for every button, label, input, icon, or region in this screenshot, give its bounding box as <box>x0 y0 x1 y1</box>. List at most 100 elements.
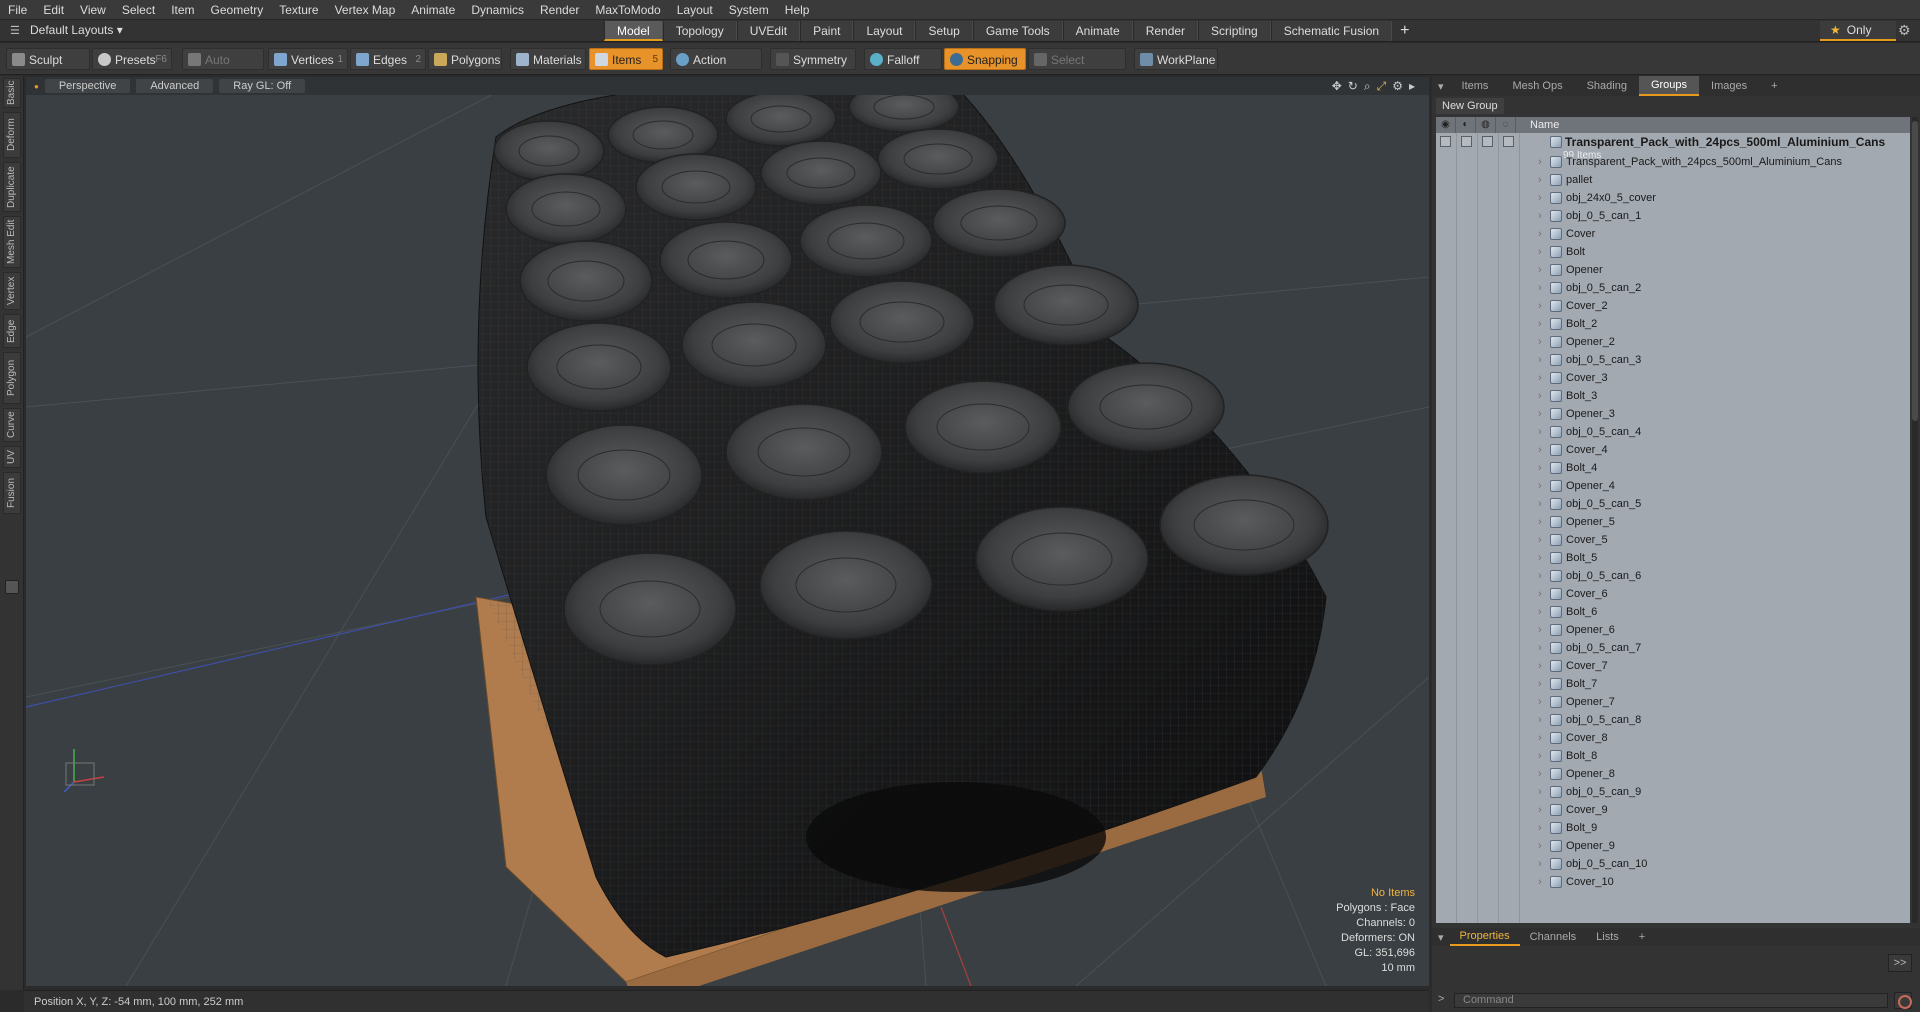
raygl-button[interactable]: Ray GL: Off <box>219 79 306 93</box>
panel-tab-groups[interactable]: Groups <box>1638 76 1700 96</box>
symmetry-button[interactable]: Symmetry <box>770 48 856 70</box>
menu-layout[interactable]: Layout <box>669 0 721 20</box>
menu-help[interactable]: Help <box>777 0 818 20</box>
tab-topology[interactable]: Topology <box>662 21 737 41</box>
list-item[interactable]: › Opener_9 <box>1436 837 1910 855</box>
lock-column-icon[interactable]: ◍ <box>1476 117 1496 133</box>
list-item[interactable]: › Opener_7 <box>1436 693 1910 711</box>
bottom-tab-channels[interactable]: Channels <box>1520 929 1586 945</box>
left-tab-edge[interactable]: Edge <box>3 314 21 348</box>
list-item[interactable]: › Cover_4 <box>1436 441 1910 459</box>
tab-paint[interactable]: Paint <box>800 21 854 41</box>
left-tab-duplicate[interactable]: Duplicate <box>3 162 21 212</box>
list-item[interactable]: › Bolt_5 <box>1436 549 1910 567</box>
list-item[interactable]: › Cover <box>1436 225 1910 243</box>
list-item[interactable]: › Bolt_6 <box>1436 603 1910 621</box>
list-item[interactable]: › Cover_3 <box>1436 369 1910 387</box>
left-tab-mesh-edit[interactable]: Mesh Edit <box>3 216 21 268</box>
list-item[interactable]: › obj_0_5_can_6 <box>1436 567 1910 585</box>
list-item[interactable]: › Bolt_7 <box>1436 675 1910 693</box>
list-item[interactable]: › obj_0_5_can_8 <box>1436 711 1910 729</box>
list-item[interactable]: › Cover_7 <box>1436 657 1910 675</box>
tab-game-tools[interactable]: Game Tools <box>972 21 1063 41</box>
tab-schematic-fusion[interactable]: Schematic Fusion <box>1270 21 1393 41</box>
menu-texture[interactable]: Texture <box>271 0 326 20</box>
layout-dropdown[interactable]: Default Layouts ▾ <box>30 23 123 37</box>
list-item[interactable]: › Bolt <box>1436 243 1910 261</box>
menu-vertex-map[interactable]: Vertex Map <box>327 0 404 20</box>
bottom-tab-properties[interactable]: Properties <box>1449 928 1520 946</box>
left-tab-deform[interactable]: Deform <box>3 112 21 158</box>
menu-maxtomodo[interactable]: MaxToModo <box>587 0 668 20</box>
list-item[interactable]: › Cover_9 <box>1436 801 1910 819</box>
view-type-button[interactable]: Perspective <box>44 79 131 93</box>
sculpt-button[interactable]: Sculpt <box>6 48 90 70</box>
menu-system[interactable]: System <box>721 0 777 20</box>
3d-viewport[interactable]: ● Perspective Advanced Ray GL: Off ✥ ↻ ⌕… <box>26 77 1429 986</box>
panel-add-tab-button[interactable]: + <box>1759 77 1789 95</box>
list-item[interactable]: › pallet <box>1436 171 1910 189</box>
list-item[interactable]: › Opener_3 <box>1436 405 1910 423</box>
vis-lock-toggle[interactable] <box>1482 136 1493 147</box>
tab-scripting[interactable]: Scripting <box>1198 21 1271 41</box>
shading-mode-button[interactable]: Advanced <box>136 79 214 93</box>
materials-button[interactable]: Materials <box>510 48 586 70</box>
layout-menu-icon[interactable]: ☰ <box>10 24 22 37</box>
list-item[interactable]: › Opener <box>1436 261 1910 279</box>
list-item[interactable]: › Bolt_3 <box>1436 387 1910 405</box>
panel-tab-mesh-ops[interactable]: Mesh Ops <box>1500 77 1574 95</box>
list-item[interactable]: › Cover_10 <box>1436 873 1910 891</box>
falloff-button[interactable]: Falloff <box>864 48 942 70</box>
presets-button[interactable]: Presets F6 <box>92 48 172 70</box>
panel-menu-icon[interactable]: ▾ <box>1432 80 1450 93</box>
list-scrollbar-thumb[interactable] <box>1912 121 1918 421</box>
tab-uvedit[interactable]: UVEdit <box>736 21 801 41</box>
list-item[interactable]: › Opener_4 <box>1436 477 1910 495</box>
list-item[interactable]: › obj_0_5_can_7 <box>1436 639 1910 657</box>
list-item[interactable]: › Transparent_Pack_with_24pcs_500ml_Alumi… <box>1436 153 1910 171</box>
bottom-tab-lists[interactable]: Lists <box>1586 929 1629 945</box>
left-strip-toggle[interactable] <box>5 580 19 594</box>
tab-render[interactable]: Render <box>1132 21 1199 41</box>
select-through-button[interactable]: Select Through <box>1028 48 1126 89</box>
rotate-view-icon[interactable]: ↻ <box>1348 79 1358 94</box>
left-tab-uv[interactable]: UV <box>3 446 21 468</box>
workplane-button[interactable]: WorkPlane <box>1134 48 1218 70</box>
list-item[interactable]: › Bolt_2 <box>1436 315 1910 333</box>
fit-view-icon[interactable]: ⤢ <box>1377 79 1387 94</box>
list-item[interactable]: › Cover_8 <box>1436 729 1910 747</box>
menu-item[interactable]: Item <box>163 0 202 20</box>
left-tab-basic[interactable]: Basic <box>3 78 21 108</box>
zoom-view-icon[interactable]: ⌕ <box>1364 79 1371 94</box>
menu-dynamics[interactable]: Dynamics <box>463 0 532 20</box>
render-column-icon[interactable]: ◐ <box>1456 117 1476 133</box>
tab-model[interactable]: Model <box>604 21 663 41</box>
vis-render-toggle[interactable] <box>1461 136 1472 147</box>
list-item[interactable]: › obj_24x0_5_cover <box>1436 189 1910 207</box>
visibility-column-icon[interactable]: ◉ <box>1436 117 1456 133</box>
list-item[interactable]: › Opener_8 <box>1436 765 1910 783</box>
menu-edit[interactable]: Edit <box>35 0 72 20</box>
menu-render[interactable]: Render <box>532 0 587 20</box>
left-tab-vertex[interactable]: Vertex <box>3 272 21 310</box>
viewport-settings-icon[interactable]: ⚙ <box>1392 79 1403 94</box>
command-input[interactable]: Command <box>1454 993 1888 1008</box>
vis-eye-toggle[interactable] <box>1440 136 1451 147</box>
list-item[interactable]: › obj_0_5_can_2 <box>1436 279 1910 297</box>
expand-arrow-button[interactable]: >> <box>1888 954 1912 972</box>
list-item[interactable]: › Cover_5 <box>1436 531 1910 549</box>
left-tab-curve[interactable]: Curve <box>3 408 21 442</box>
move-view-icon[interactable]: ✥ <box>1332 79 1342 94</box>
list-item[interactable]: › Bolt_8 <box>1436 747 1910 765</box>
items-button[interactable]: Items 5 <box>589 48 663 70</box>
panel-tab-shading[interactable]: Shading <box>1575 77 1639 95</box>
list-item[interactable]: › obj_0_5_can_10 <box>1436 855 1910 873</box>
new-group-button[interactable]: New Group <box>1436 98 1504 114</box>
bottom-panel-menu-icon[interactable]: ▾ <box>1432 931 1450 944</box>
viewport-expand-icon[interactable]: ▸ <box>1409 79 1415 94</box>
list-item[interactable]: › obj_0_5_can_3 <box>1436 351 1910 369</box>
vertices-button[interactable]: Vertices 1 <box>268 48 348 70</box>
tab-setup[interactable]: Setup <box>915 21 973 41</box>
list-item[interactable]: › obj_0_5_can_9 <box>1436 783 1910 801</box>
list-item[interactable]: › Cover_2 <box>1436 297 1910 315</box>
